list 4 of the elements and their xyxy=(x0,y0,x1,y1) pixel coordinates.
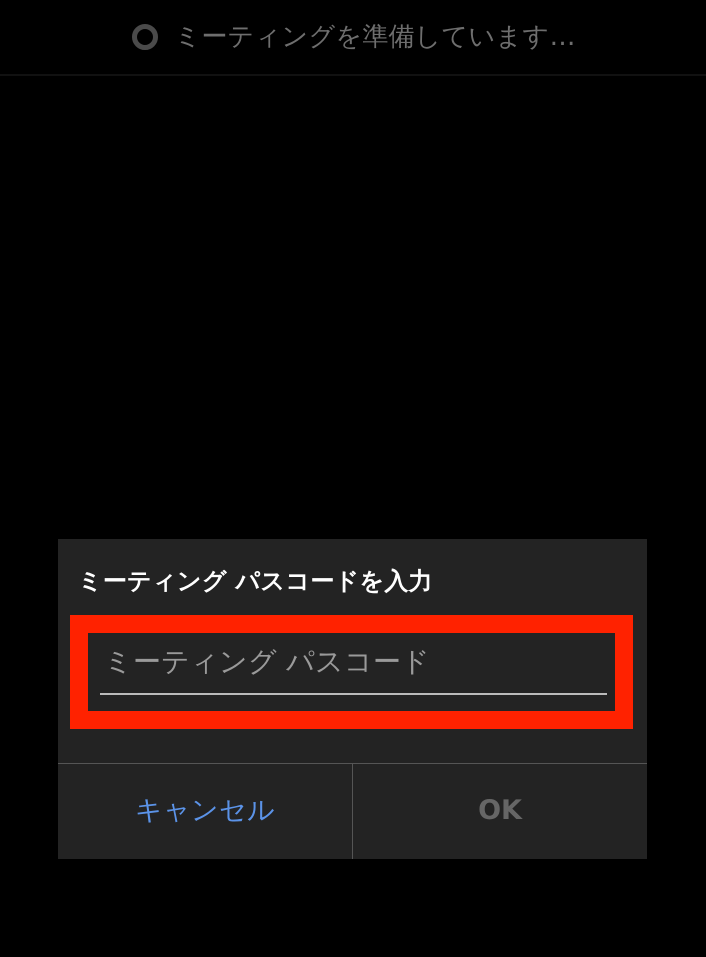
dialog-title: ミーティング パスコードを入力 xyxy=(77,566,434,597)
dialog-button[interactable]: キャンセル xyxy=(58,764,352,859)
passcode-field[interactable]: ミーティング パスコード xyxy=(100,633,607,695)
status-text: ミーティングを準備しています… xyxy=(174,20,576,54)
